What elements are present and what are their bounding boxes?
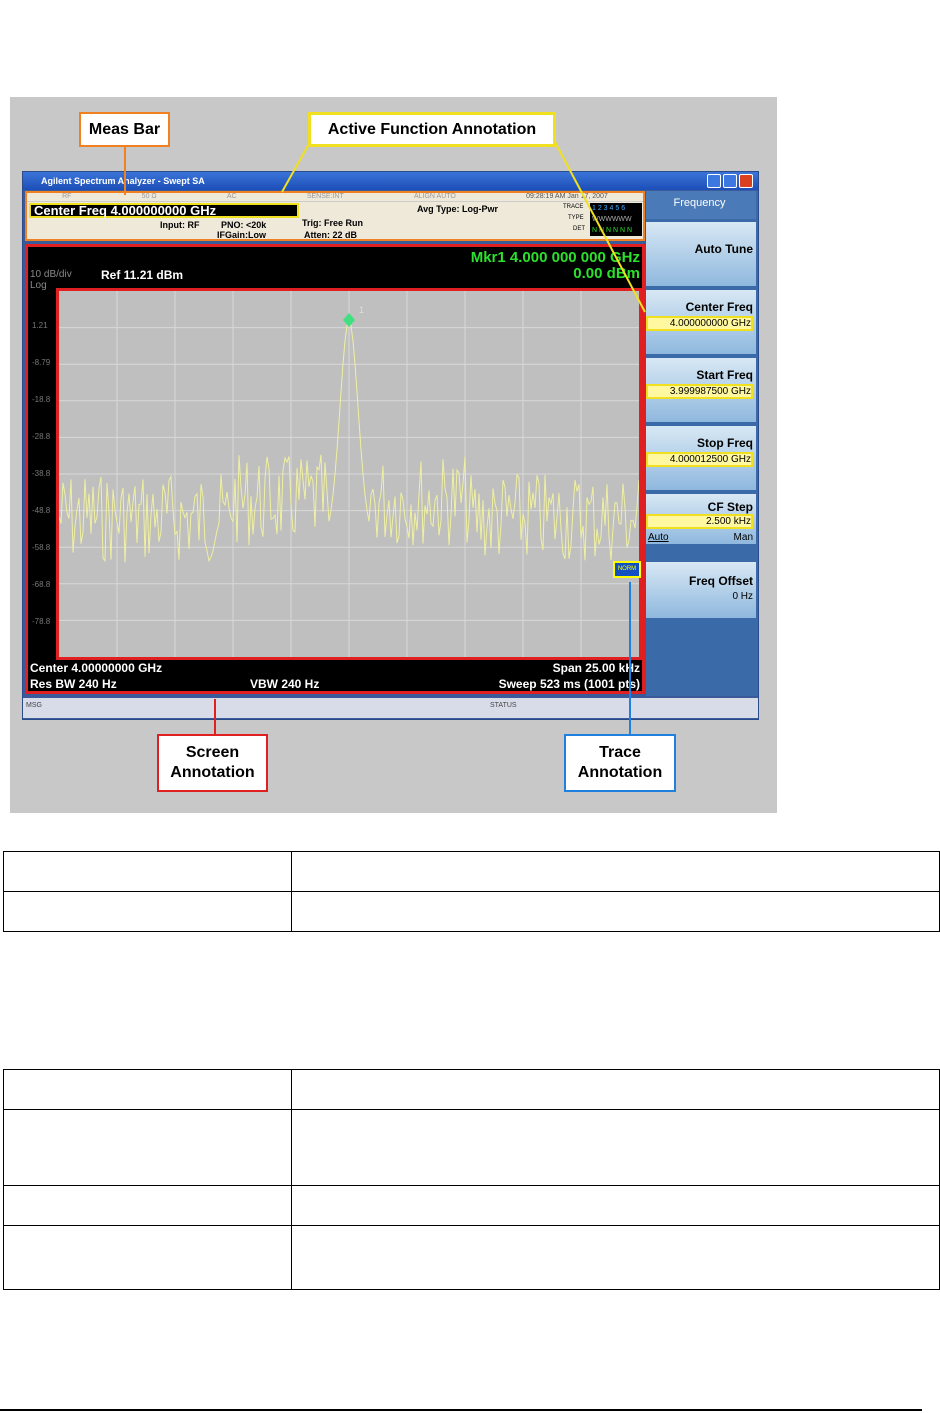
table-row (3, 891, 940, 932)
figure-screenshot: Meas Bar Active Function Annotation Scre… (10, 97, 777, 813)
table-row (3, 1069, 940, 1110)
table-row (3, 1109, 940, 1186)
table-row (3, 1225, 940, 1290)
table-row (3, 851, 940, 892)
table-1 (3, 851, 940, 932)
callout-leaders (124, 141, 646, 734)
footer-rule (0, 1409, 922, 1411)
table-2 (3, 1069, 940, 1290)
active-function-leader-2 (554, 141, 646, 313)
table-row (3, 1185, 940, 1226)
active-function-leader-1 (281, 141, 311, 193)
